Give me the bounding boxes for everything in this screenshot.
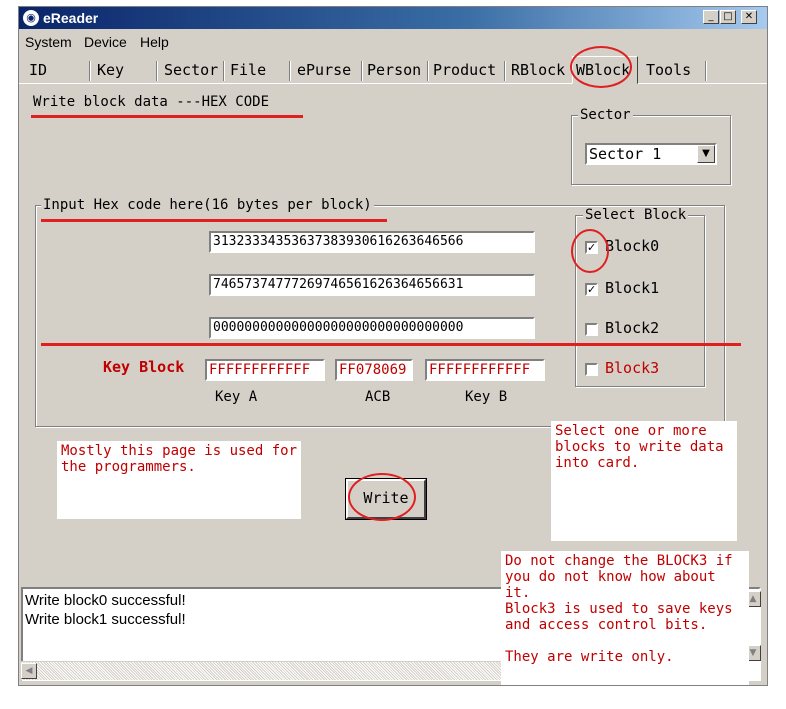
acb-input[interactable]: FF078069 bbox=[335, 359, 413, 381]
select-block-label: Select Block bbox=[583, 207, 689, 223]
acb-caption: ACB bbox=[365, 389, 391, 405]
sector-select[interactable]: Sector 1 ▼ bbox=[585, 143, 717, 165]
scroll-left-icon[interactable]: ◀ bbox=[21, 663, 37, 679]
sector-label: Sector bbox=[578, 107, 633, 123]
key-a-caption: Key A bbox=[215, 389, 258, 405]
tab-separator bbox=[427, 61, 429, 81]
tab-key[interactable]: Key bbox=[97, 61, 124, 79]
tab-tools[interactable]: Tools bbox=[646, 61, 691, 79]
tab-separator bbox=[223, 61, 225, 81]
minimize-button[interactable]: _ bbox=[703, 10, 719, 24]
write-annotation-circle bbox=[348, 473, 416, 521]
key-b-caption: Key B bbox=[465, 389, 508, 405]
input-hex-label: Input Hex code here(16 bytes per block) bbox=[41, 197, 374, 213]
block3-label: Block3 bbox=[605, 359, 660, 377]
tab-file[interactable]: File bbox=[230, 61, 266, 79]
menu-bar: System Device Help bbox=[19, 31, 767, 53]
menu-system[interactable]: System bbox=[25, 34, 72, 50]
note-select-blocks: Select one or more blocks to write data … bbox=[551, 421, 737, 541]
key-b-input[interactable]: FFFFFFFFFFFF bbox=[425, 359, 545, 381]
minimize-icon: _ bbox=[708, 11, 714, 22]
window-title: eReader bbox=[43, 10, 99, 26]
checkbox-unchecked-icon bbox=[585, 323, 598, 336]
tab-separator bbox=[89, 61, 91, 81]
block3-warning-line2: Block3 is used to save keys and access c… bbox=[505, 601, 733, 633]
note-block3-warning: Do not change the BLOCK3 if you do not k… bbox=[501, 551, 749, 685]
tab-id[interactable]: ID bbox=[29, 61, 47, 79]
wblock-annotation-circle bbox=[570, 46, 632, 88]
menu-help[interactable]: Help bbox=[140, 34, 169, 50]
title-bar[interactable]: ◉ eReader _ □ ✕ bbox=[19, 7, 767, 29]
chevron-down-icon[interactable]: ▼ bbox=[697, 145, 715, 163]
block3-warning-line3: They are write only. bbox=[505, 649, 674, 665]
block1-label: Block1 bbox=[605, 279, 660, 297]
note-programmers: Mostly this page is used for the program… bbox=[57, 441, 301, 519]
tab-bar: ID Key Sector File ePurse Person Product… bbox=[19, 55, 767, 84]
tab-separator bbox=[361, 61, 363, 81]
hex-input-block1[interactable]: 74657374777269746561626364656631 bbox=[209, 274, 535, 296]
tab-rblock[interactable]: RBlock bbox=[511, 61, 565, 79]
close-icon: ✕ bbox=[744, 11, 754, 22]
close-button[interactable]: ✕ bbox=[741, 10, 757, 24]
block0-label: Block0 bbox=[605, 237, 660, 255]
key-a-input[interactable]: FFFFFFFFFFFF bbox=[205, 359, 325, 381]
sector-selected: Sector 1 bbox=[589, 145, 662, 163]
menu-device[interactable]: Device bbox=[84, 34, 127, 50]
block-separator-line bbox=[41, 343, 741, 346]
tab-separator bbox=[504, 61, 506, 81]
block2-label: Block2 bbox=[605, 319, 660, 337]
tab-epurse[interactable]: ePurse bbox=[297, 61, 351, 79]
page-heading: Write block data ---HEX CODE bbox=[33, 94, 270, 110]
tab-product[interactable]: Product bbox=[433, 61, 496, 79]
tab-separator bbox=[705, 61, 707, 81]
tab-separator bbox=[289, 61, 291, 81]
checkbox-checked-icon: ✓ bbox=[585, 283, 598, 296]
tab-person[interactable]: Person bbox=[367, 61, 421, 79]
block3-warning-line1: Do not change the BLOCK3 if you do not k… bbox=[505, 553, 733, 601]
maximize-icon: □ bbox=[723, 11, 733, 22]
ereader-window: ◉ eReader _ □ ✕ System Device Help ID Ke… bbox=[18, 6, 768, 686]
heading-underline bbox=[31, 115, 303, 118]
hex-input-block2[interactable]: 00000000000000000000000000000000 bbox=[209, 317, 535, 339]
tab-separator bbox=[156, 61, 158, 81]
hex-input-block0[interactable]: 31323334353637383930616263646566 bbox=[209, 231, 535, 253]
checkbox-unchecked-icon bbox=[585, 363, 598, 376]
reader-icon: ◉ bbox=[23, 10, 39, 26]
key-block-label: Key Block bbox=[103, 358, 185, 376]
note-spacer bbox=[505, 633, 745, 649]
tab-sector[interactable]: Sector bbox=[164, 61, 218, 79]
block0-annotation-circle bbox=[571, 229, 609, 273]
maximize-button[interactable]: □ bbox=[720, 10, 736, 24]
input-hex-underline bbox=[41, 219, 387, 222]
